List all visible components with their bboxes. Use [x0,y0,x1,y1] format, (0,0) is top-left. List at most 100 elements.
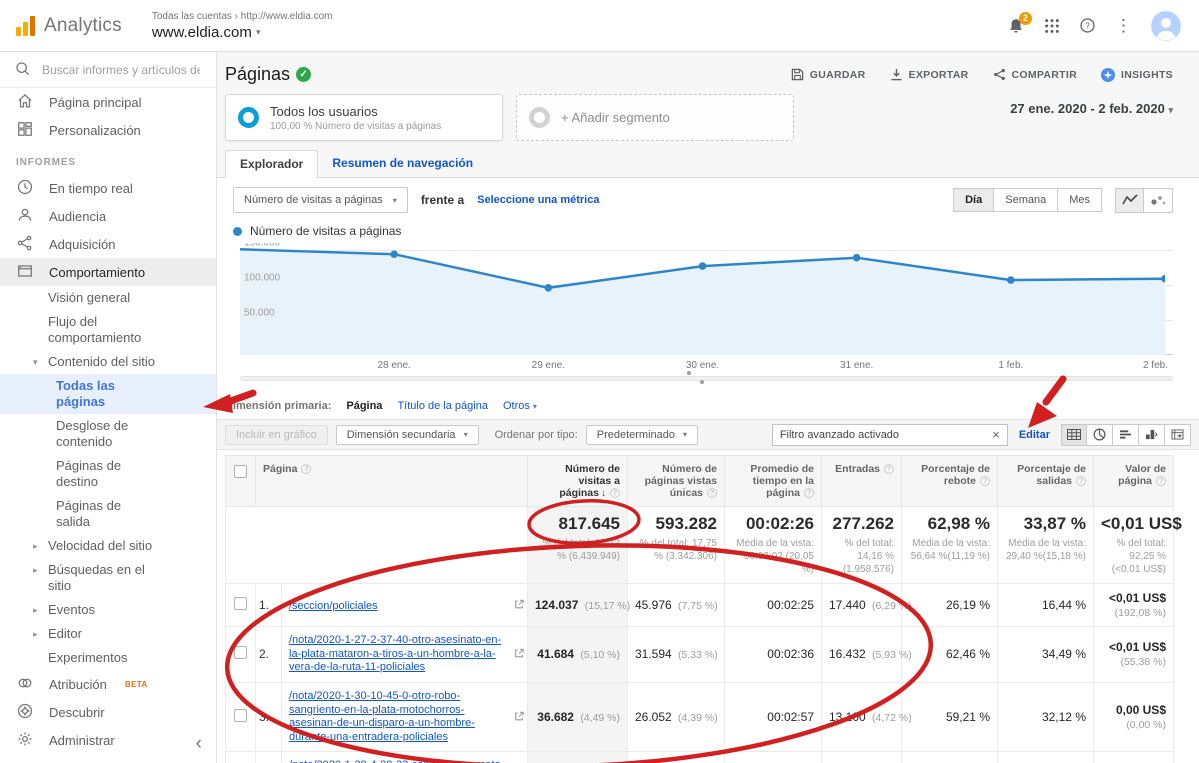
scrubber-handle[interactable] [700,380,704,384]
chart-scrubber[interactable] [240,376,1173,381]
insights-button[interactable]: INSIGHTS [1101,68,1173,82]
sidebar-item-desglose-de-contenido[interactable]: Desglose de contenido [0,414,216,454]
tab-resumen-de-navegacion[interactable]: Resumen de navegación [318,150,487,177]
add-segment-button[interactable]: + Añadir segmento [516,94,794,141]
sidebar-item-paginas-de-salida[interactable]: Páginas de salida [0,494,216,534]
sidebar-item-pagina-principal[interactable]: Página principal [0,88,216,116]
sidebar-item-en-tiempo-real[interactable]: En tiempo real [0,174,216,202]
segment-subtitle: 100,00 % Número de visitas a páginas [270,121,441,132]
row-checkbox[interactable] [234,646,247,659]
percentage-view-button[interactable] [1087,424,1113,446]
more-options-button[interactable]: ⋮ [1115,16,1132,36]
page-link[interactable]: /nota/2020-1-28-4-28-32-confeso-que-mato… [289,759,510,763]
pivot-view-button[interactable] [1165,424,1191,446]
granularity-week-button[interactable]: Semana [994,188,1058,212]
secondary-dimension-button[interactable]: Dimensión secundaria▾ [336,425,479,445]
page-link[interactable]: /nota/2020-1-27-2-37-40-otro-asesinato-e… [289,634,510,675]
sidebar-item-personalizacion[interactable]: Personalización [0,116,216,144]
svg-text:?: ? [1085,21,1090,31]
x-axis-tick-label: 29 ene. [532,360,565,371]
motion-chart-icon [1150,194,1166,206]
discover-icon [16,702,34,723]
sidebar-item-vision-general[interactable]: Visión general [0,286,216,310]
column-header-porcentaje-de-salidas[interactable]: Porcentaje de salidas? [998,456,1094,507]
motion-chart-view-button[interactable] [1144,188,1173,213]
sidebar-item-comportamiento[interactable]: Comportamiento [0,258,216,286]
help-button[interactable]: ? [1079,17,1096,34]
row-checkbox[interactable] [234,597,247,610]
sidebar-search[interactable] [0,52,216,88]
column-header-entradas[interactable]: Entradas? [822,456,902,507]
column-header-porcentaje-de-rebote[interactable]: Porcentaje de rebote? [902,456,998,507]
open-in-new-icon[interactable] [514,598,524,613]
table-row[interactable]: 4./nota/2020-1-28-4-28-32-confeso-que-ma… [226,752,1174,763]
sidebar-item-adquisicion[interactable]: Adquisición [0,230,216,258]
table-row[interactable]: 2./nota/2020-1-27-2-37-40-otro-asesinato… [226,627,1174,683]
sidebar-item-contenido-del-sitio[interactable]: ▾Contenido del sitio [0,350,216,374]
sidebar-item-velocidad-del-sitio[interactable]: ▸Velocidad del sitio [0,534,216,558]
sidebar-item-eventos[interactable]: ▸Eventos [0,598,216,622]
column-header-numero-de-visitas-a-paginas[interactable]: Número de visitas a páginas↓? [528,456,628,507]
row-checkbox[interactable] [234,709,247,722]
legend-label: Número de visitas a páginas [250,224,401,238]
sidebar-item-busquedas-en-el-sitio[interactable]: ▸Búsquedas en el sitio [0,558,216,598]
sidebar-item-paginas-de-destino[interactable]: Páginas de destino [0,454,216,494]
dimension-otros[interactable]: Otros ▾ [503,400,537,412]
apps-grid-button[interactable] [1044,18,1060,34]
table-row[interactable]: 1./seccion/policiales124.037 (15,17 %)45… [226,584,1174,627]
page-link[interactable]: /nota/2020-1-30-10-45-0-otro-robo-sangri… [289,690,510,745]
notifications-button[interactable]: 2 [1007,17,1025,35]
sidebar-item-label: Descubrir [49,705,105,720]
tab-explorador[interactable]: Explorador [225,150,318,178]
dimension-titulo-de-la-pagina[interactable]: Título de la página [397,400,488,412]
sidebar-item-todas-las-paginas[interactable]: Todas las páginas [0,374,216,414]
sidebar-item-editor[interactable]: ▸Editor [0,622,216,646]
open-in-new-icon[interactable] [514,710,524,725]
plot-rows-button[interactable]: Incluir en gráfico [225,425,328,445]
metric-entrances: 16.432 (5,93 %) [822,627,902,683]
page-link[interactable]: /seccion/policiales [289,600,378,614]
metric-selector[interactable]: Número de visitas a páginas ▾ [233,187,408,213]
clear-filter-icon[interactable]: × [992,427,1000,442]
collapse-sidebar-button[interactable]: ‹ [196,733,202,755]
edit-filter-link[interactable]: Editar [1019,429,1050,441]
table-view-button[interactable] [1061,424,1087,446]
granularity-month-button[interactable]: Mes [1058,188,1102,212]
chevron-down-icon: ▾ [464,430,468,439]
column-header-valor-de-pagina[interactable]: Valor de página? [1094,456,1174,507]
export-button[interactable]: EXPORTAR [890,68,969,81]
search-input[interactable] [42,63,200,77]
date-range-selector[interactable]: 27 ene. 2020 - 2 feb. 2020 ▾ [1010,94,1173,116]
sort-type-button[interactable]: Predeterminado▾ [586,425,698,445]
save-button[interactable]: GUARDAR [791,68,866,81]
sidebar-item-descubrir[interactable]: Descubrir [0,698,216,726]
select-metric-link[interactable]: Seleccione una métrica [477,194,599,206]
performance-view-button[interactable] [1113,424,1139,446]
account-switcher[interactable]: Todas las cuentas › http://www.eldia.com… [152,11,333,41]
home-icon [16,92,34,113]
pageviews-area-chart [240,243,1165,355]
share-button[interactable]: COMPARTIR [993,68,1078,81]
comparison-view-button[interactable] [1139,424,1165,446]
dimension-pagina[interactable]: Página [346,400,382,412]
sidebar-item-atribucion[interactable]: AtribuciónBETA [0,670,216,698]
column-header-promedio-de-tiempo-en-la-pagina[interactable]: Promedio de tiempo en la página? [725,456,822,507]
summary-subtext: % del total: 92,25 % (<0,01 US$) [1101,537,1166,576]
analytics-logo-icon[interactable] [16,15,35,36]
advanced-filter-chip[interactable]: Filtro avanzado activado × [772,424,1008,446]
sidebar-item-administrar[interactable]: Administrar [0,726,216,754]
sidebar-item-experimentos[interactable]: Experimentos [0,646,216,670]
column-header-pagina[interactable]: Página? [256,456,528,507]
column-header-numero-de-paginas-vistas-unicas[interactable]: Número de páginas vistas únicas? [628,456,725,507]
avatar[interactable] [1151,11,1181,41]
line-chart-view-button[interactable] [1115,188,1144,213]
table-row[interactable]: 3./nota/2020-1-30-10-45-0-otro-robo-sang… [226,682,1174,752]
sidebar-item-flujo-del-comportamiento[interactable]: Flujo del comportamiento [0,310,216,350]
scrubber-handle[interactable] [687,371,691,375]
column-header-label: Página [263,463,297,475]
select-all-checkbox[interactable] [234,465,247,478]
segment-all-users[interactable]: Todos los usuarios 100,00 % Número de vi… [225,94,503,141]
sidebar-item-audiencia[interactable]: Audiencia [0,202,216,230]
granularity-day-button[interactable]: Día [953,188,994,212]
open-in-new-icon[interactable] [514,647,524,662]
